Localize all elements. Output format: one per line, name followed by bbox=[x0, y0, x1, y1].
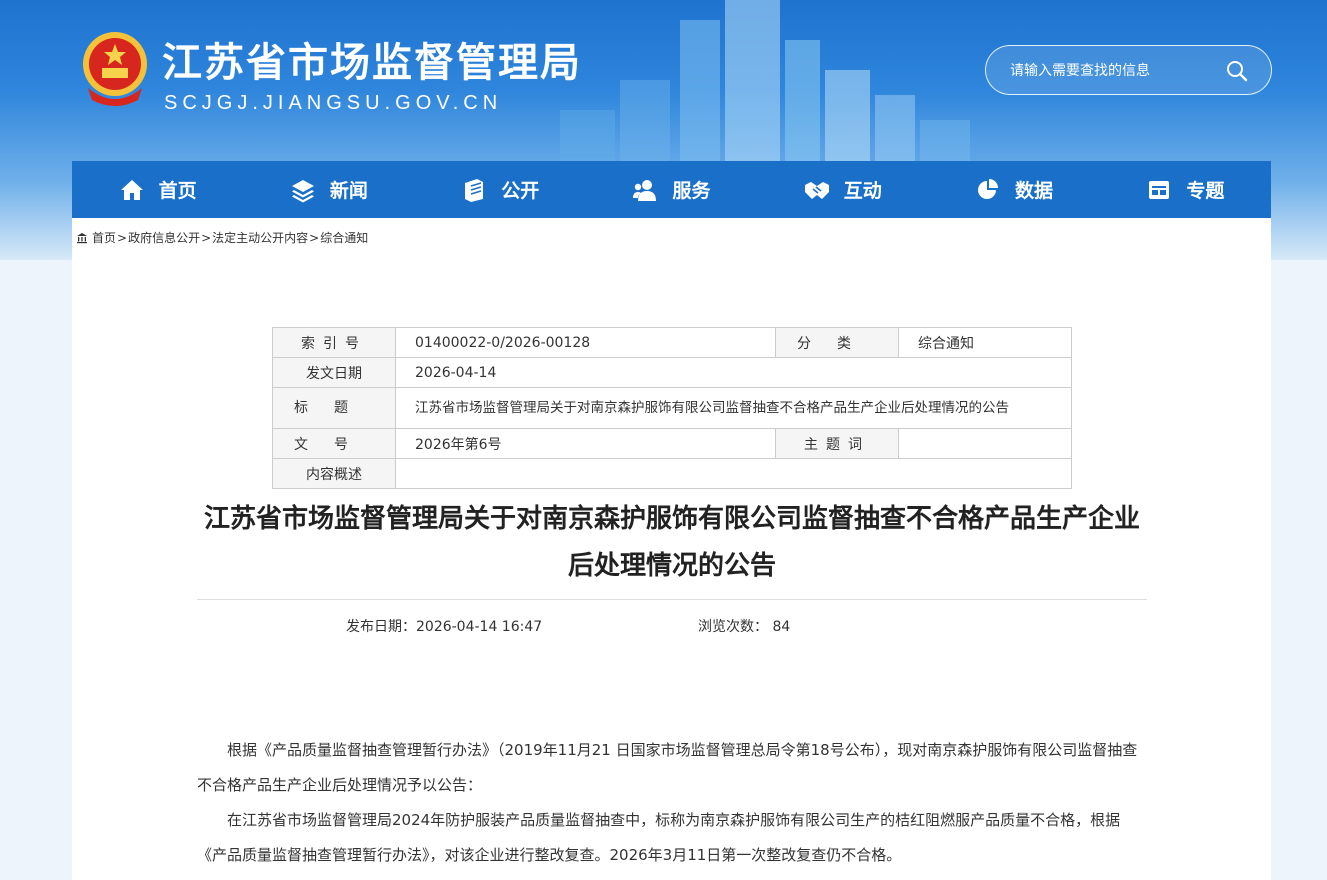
doc-no-label: 文号 bbox=[272, 428, 396, 459]
search-icon[interactable] bbox=[1224, 58, 1250, 84]
city-skyline-graphic bbox=[560, 0, 970, 170]
views-value: 84 bbox=[772, 619, 791, 635]
view-count: 浏览次数： 84 bbox=[698, 616, 790, 636]
article-paragraph: 在江苏省市场监督管理局2024年防护服装产品质量监督抽查中，标称为南京森护服饰有… bbox=[197, 811, 1121, 864]
document-info-table: 索引号 01400022-0/2026-00128 分类 综合通知 发文日期 2… bbox=[272, 327, 1072, 489]
doc-no-value: 2026年第6号 bbox=[395, 428, 776, 459]
nav-item-news[interactable]: 新闻 bbox=[243, 161, 414, 218]
site-domain: SCJGJ.JIANGSU.GOV.CN bbox=[164, 92, 503, 114]
keywords-value bbox=[898, 428, 1072, 459]
breadcrumb-separator: > bbox=[201, 230, 212, 245]
category-label: 分类 bbox=[775, 327, 899, 358]
breadcrumb-statutory[interactable]: 法定主动公开内容 bbox=[212, 229, 308, 246]
nav-item-data[interactable]: 数据 bbox=[928, 161, 1099, 218]
nav-label: 专题 bbox=[1186, 180, 1225, 202]
window-icon bbox=[1149, 180, 1170, 199]
category-value: 综合通知 bbox=[898, 327, 1072, 358]
publish-date: 发布日期：2026-04-14 16:47 bbox=[346, 616, 542, 636]
title-label: 标题 bbox=[272, 387, 396, 429]
search-input[interactable] bbox=[1010, 58, 1210, 84]
book-icon bbox=[465, 178, 484, 202]
pie-chart-icon bbox=[978, 178, 999, 199]
index-value: 01400022-0/2026-00128 bbox=[395, 327, 776, 358]
date-value: 2026-04-14 bbox=[395, 357, 1072, 388]
nav-item-interact[interactable]: 互动 bbox=[757, 161, 928, 218]
layers-icon bbox=[291, 179, 314, 202]
article-title: 江苏省市场监督管理局关于对南京森护服饰有限公司监督抽查不合格产品生产企业后处理情… bbox=[203, 504, 1140, 581]
index-label: 索引号 bbox=[272, 327, 396, 358]
nav-label: 首页 bbox=[158, 180, 197, 202]
home-icon bbox=[120, 179, 143, 200]
nav-label: 新闻 bbox=[329, 180, 368, 202]
summary-value bbox=[395, 458, 1072, 489]
nav-item-home[interactable]: 首页 bbox=[72, 161, 243, 218]
nav-item-open[interactable]: 公开 bbox=[415, 161, 586, 218]
national-emblem-logo bbox=[83, 32, 147, 106]
nav-label: 服务 bbox=[672, 180, 711, 202]
nav-label: 公开 bbox=[501, 180, 540, 202]
article-paragraph: 根据《产品质量监督抽查管理暂行办法》（2019年11月21 日国家市场监督管理总… bbox=[197, 741, 1138, 794]
bank-icon bbox=[77, 232, 87, 243]
publish-value: 2026-04-14 16:47 bbox=[416, 619, 543, 635]
breadcrumb-separator: > bbox=[309, 230, 320, 245]
site-title: 江苏省市场监督管理局 bbox=[162, 40, 582, 86]
breadcrumb: 首页 > 政府信息公开 > 法定主动公开内容 > 综合通知 bbox=[76, 229, 368, 246]
breadcrumb-notice[interactable]: 综合通知 bbox=[320, 229, 368, 246]
main-nav: 首页 新闻 公开 服务 互动 数据 专题 bbox=[72, 161, 1271, 218]
article-body: 根据《产品质量监督抽查管理暂行办法》（2019年11月21 日国家市场监督管理总… bbox=[197, 733, 1147, 873]
nav-label: 互动 bbox=[843, 180, 882, 202]
date-label: 发文日期 bbox=[272, 357, 396, 388]
search-box bbox=[985, 45, 1272, 95]
views-label: 浏览次数： bbox=[698, 619, 768, 635]
title-divider bbox=[197, 599, 1147, 600]
breadcrumb-gov-info[interactable]: 政府信息公开 bbox=[128, 229, 200, 246]
breadcrumb-separator: > bbox=[117, 230, 128, 245]
keywords-label: 主题词 bbox=[775, 428, 899, 459]
users-icon bbox=[633, 179, 657, 201]
publish-label: 发布日期： bbox=[346, 619, 416, 635]
nav-item-topics[interactable]: 专题 bbox=[1100, 161, 1271, 218]
summary-label: 内容概述 bbox=[272, 458, 396, 489]
title-value: 江苏省市场监督管理局关于对南京森护服饰有限公司监督抽查不合格产品生产企业后处理情… bbox=[395, 387, 1072, 429]
breadcrumb-home[interactable]: 首页 bbox=[92, 229, 116, 246]
nav-label: 数据 bbox=[1015, 180, 1054, 202]
nav-item-service[interactable]: 服务 bbox=[586, 161, 757, 218]
handshake-icon bbox=[804, 181, 829, 199]
content-panel: 首页 > 政府信息公开 > 法定主动公开内容 > 综合通知 索引号 014000… bbox=[72, 218, 1271, 880]
